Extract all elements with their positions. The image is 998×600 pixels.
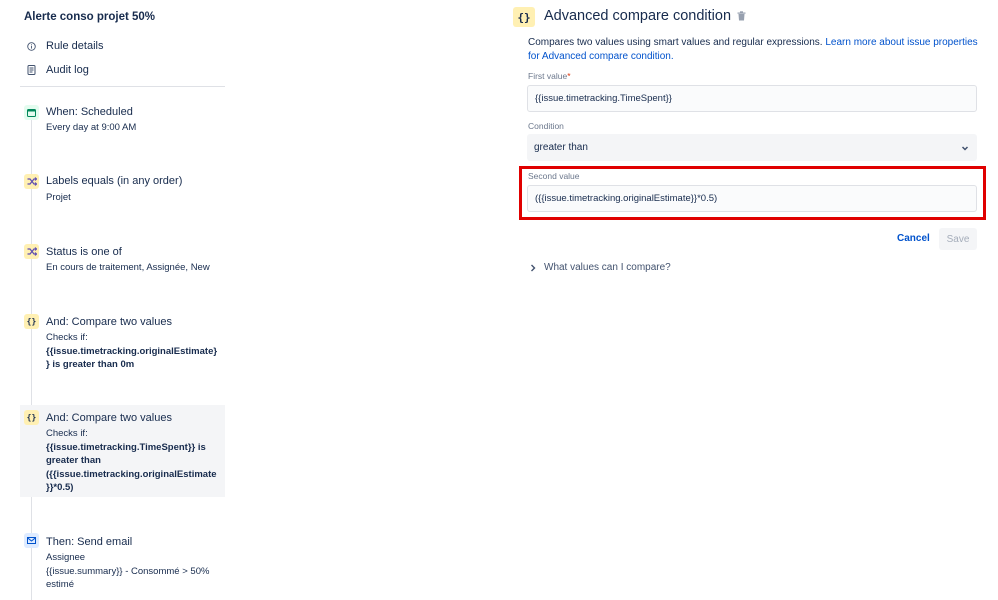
trash-icon[interactable] bbox=[737, 11, 747, 22]
step-description-line: {{issue.timetracking.originalEstimate} bbox=[46, 345, 218, 357]
nav-rule-details-label: Rule details bbox=[46, 40, 104, 52]
step-condition-labels[interactable]: Labels equals (in any order) Projet bbox=[20, 169, 225, 213]
info-icon bbox=[27, 41, 36, 51]
step-action-send-email[interactable]: Then: Send email Assignee {{issue.summar… bbox=[20, 530, 225, 596]
required-mark: * bbox=[567, 71, 571, 81]
condition-select[interactable]: greater than bbox=[527, 134, 977, 161]
chevron-down-icon bbox=[960, 143, 970, 153]
step-description-line: estimé bbox=[46, 579, 74, 590]
step-description: Checks if: {{issue.timetracking.TimeSpen… bbox=[46, 427, 217, 495]
shuffle-icon bbox=[24, 244, 39, 259]
nav-rule-details[interactable]: Rule details bbox=[27, 40, 103, 52]
nav-audit-log[interactable]: Audit log bbox=[27, 64, 89, 76]
condition-label: Condition bbox=[528, 121, 564, 131]
email-icon bbox=[24, 533, 39, 548]
first-value-input[interactable]: {{issue.timetracking.TimeSpent}} bbox=[527, 85, 977, 112]
step-description-intro: Checks if: bbox=[46, 332, 88, 343]
step-title: Labels equals (in any order) bbox=[46, 175, 183, 187]
braces-icon: {} bbox=[24, 410, 39, 425]
cancel-button[interactable]: Cancel bbox=[897, 233, 930, 244]
rule-title: Alerte conso projet 50% bbox=[24, 11, 156, 23]
highlight-box bbox=[519, 166, 986, 220]
condition-description: Compares two values using smart values a… bbox=[528, 36, 978, 63]
step-description-line: } is greater than 0m bbox=[46, 359, 135, 370]
save-button[interactable]: Save bbox=[939, 228, 977, 250]
condition-select-value: greater than bbox=[534, 142, 588, 153]
expander-label: What values can I compare? bbox=[544, 262, 671, 273]
step-description: En cours de traitement, Assignée, New bbox=[46, 262, 210, 273]
shuffle-icon bbox=[24, 174, 39, 189]
step-condition-compare-2-selected[interactable]: {} And: Compare two values Checks if: {{… bbox=[20, 405, 225, 497]
learn-more-link[interactable]: Learn more about issue properties bbox=[825, 37, 977, 48]
condition-description-text: Compares two values using smart values a… bbox=[528, 37, 823, 48]
step-description-line: {{issue.timetracking.TimeSpent}} is bbox=[46, 441, 206, 453]
step-title: And: Compare two values bbox=[46, 316, 172, 328]
step-description: Every day at 9:00 AM bbox=[46, 122, 137, 133]
step-description-line: }}*0.5) bbox=[46, 482, 74, 493]
nav-audit-log-label: Audit log bbox=[46, 64, 89, 76]
braces-icon: {} bbox=[24, 314, 39, 329]
step-description: Assignee {{issue.summary}} - Consommé > … bbox=[46, 551, 209, 592]
step-description-intro: Checks if: bbox=[46, 428, 88, 439]
step-description-line: ({{issue.timetracking.originalEstimate bbox=[46, 468, 217, 480]
step-description: Projet bbox=[46, 192, 71, 203]
learn-more-link-continued[interactable]: for Advanced compare condition. bbox=[528, 51, 674, 62]
nav-divider bbox=[20, 86, 225, 87]
step-description: Checks if: {{issue.timetracking.original… bbox=[46, 331, 217, 372]
first-value-label: First value* bbox=[528, 71, 571, 81]
step-title: And: Compare two values bbox=[46, 412, 172, 424]
what-values-expander[interactable]: What values can I compare? bbox=[529, 262, 671, 273]
step-description-line: {{issue.summary}} - Consommé > 50% bbox=[46, 565, 210, 577]
step-condition-status[interactable]: Status is one of En cours de traitement,… bbox=[20, 239, 225, 283]
step-trigger-scheduled[interactable]: When: Scheduled Every day at 9:00 AM bbox=[20, 100, 225, 144]
step-title: Then: Send email bbox=[46, 536, 133, 548]
condition-title: Advanced compare condition bbox=[544, 8, 732, 24]
calendar-icon bbox=[24, 105, 39, 120]
step-title: Status is one of bbox=[46, 246, 122, 258]
audit-log-icon bbox=[27, 65, 36, 75]
step-description-line: greater than bbox=[46, 455, 101, 466]
first-value-text: {{issue.timetracking.TimeSpent}} bbox=[535, 93, 672, 104]
step-description-line: Assignee bbox=[46, 552, 86, 563]
chevron-right-icon bbox=[531, 264, 536, 271]
step-title: When: Scheduled bbox=[46, 106, 133, 118]
step-condition-compare-1[interactable]: {} And: Compare two values Checks if: {{… bbox=[20, 309, 225, 379]
braces-icon: {} bbox=[513, 7, 535, 27]
